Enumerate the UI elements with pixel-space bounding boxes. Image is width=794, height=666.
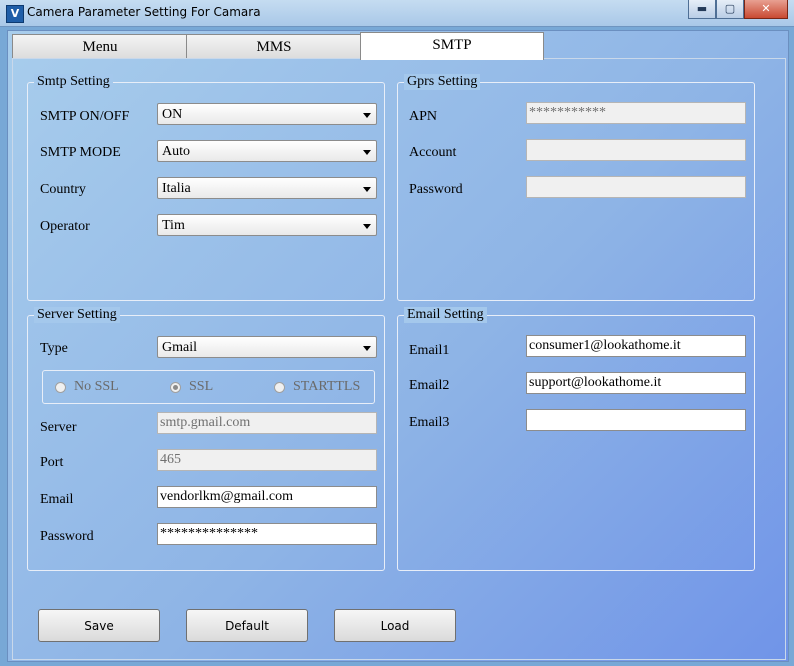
gprs-setting-title: Gprs Setting [404, 74, 481, 90]
smtp-tab-panel: Smtp Setting SMTP ON/OFF ON SMTP MODE Au… [12, 58, 786, 660]
client-area: Menu MMS SMTP Smtp Setting SMTP ON/OFF O… [7, 30, 789, 662]
server-type-select[interactable]: Gmail [157, 336, 377, 358]
smtp-mode-select[interactable]: Auto [157, 140, 377, 162]
country-label: Country [40, 182, 86, 197]
server-password-field[interactable]: ************** [157, 523, 377, 545]
server-setting-title: Server Setting [34, 307, 120, 323]
minimize-button[interactable]: ▬ [688, 0, 716, 19]
app-logo-icon[interactable]: V [6, 5, 24, 23]
window-controls: ▬ ▢ ✕ [688, 0, 788, 20]
smtp-on-off-select[interactable]: ON [157, 103, 377, 125]
gprs-setting-group: Gprs Setting APN *********** Account Pas… [397, 74, 755, 301]
port-label: Port [40, 455, 64, 470]
country-value: Italia [162, 181, 191, 196]
maximize-button[interactable]: ▢ [716, 0, 744, 19]
smtp-setting-group: Smtp Setting SMTP ON/OFF ON SMTP MODE Au… [27, 74, 385, 301]
radio-button-checked-icon [170, 381, 181, 393]
close-button[interactable]: ✕ [744, 0, 788, 19]
operator-label: Operator [40, 219, 90, 234]
server-password-label: Password [40, 529, 94, 544]
radio-no-ssl[interactable]: No SSL [55, 379, 119, 395]
account-field[interactable] [526, 139, 746, 161]
smtp-on-off-label: SMTP ON/OFF [40, 109, 130, 124]
tab-menu[interactable]: Menu [12, 34, 188, 59]
email-setting-group: Email Setting Email1 consumer1@lookathom… [397, 307, 755, 571]
smtp-mode-label: SMTP MODE [40, 145, 121, 160]
chevron-down-icon [363, 346, 371, 351]
server-label: Server [40, 420, 77, 435]
radio-ssl[interactable]: SSL [170, 379, 213, 395]
chevron-down-icon [363, 150, 371, 155]
smtp-mode-value: Auto [162, 144, 190, 159]
title-bar[interactable]: V Camera Parameter Setting For Camara ▬ … [0, 0, 794, 27]
email1-field[interactable]: consumer1@lookathome.it [526, 335, 746, 357]
load-button[interactable]: Load [334, 609, 456, 642]
radio-button-icon [55, 381, 66, 393]
operator-select[interactable]: Tim [157, 214, 377, 236]
server-setting-group: Server Setting Type Gmail No SSL SSL STA… [27, 307, 385, 571]
type-label: Type [40, 341, 68, 356]
email-setting-title: Email Setting [404, 307, 487, 323]
email2-field[interactable]: support@lookathome.it [526, 372, 746, 394]
operator-value: Tim [162, 218, 185, 233]
tab-smtp[interactable]: SMTP [360, 32, 544, 60]
app-window: V Camera Parameter Setting For Camara ▬ … [0, 0, 794, 666]
radio-no-ssl-label: No SSL [74, 379, 119, 394]
smtp-on-off-value: ON [162, 107, 183, 122]
port-field[interactable]: 465 [157, 449, 377, 471]
country-select[interactable]: Italia [157, 177, 377, 199]
gprs-password-field[interactable] [526, 176, 746, 198]
email3-label: Email3 [409, 415, 450, 430]
gprs-password-label: Password [409, 182, 463, 197]
email1-label: Email1 [409, 343, 450, 358]
chevron-down-icon [363, 113, 371, 118]
radio-button-icon [274, 381, 285, 393]
chevron-down-icon [363, 187, 371, 192]
radio-starttls[interactable]: STARTTLS [274, 379, 360, 395]
window-title: Camera Parameter Setting For Camara [27, 5, 261, 19]
ssl-mode-group: No SSL SSL STARTTLS [42, 370, 375, 404]
radio-starttls-label: STARTTLS [293, 379, 361, 394]
email3-field[interactable] [526, 409, 746, 431]
email2-label: Email2 [409, 378, 450, 393]
apn-field[interactable]: *********** [526, 102, 746, 124]
email-field[interactable]: vendorlkm@gmail.com [157, 486, 377, 508]
server-field[interactable]: smtp.gmail.com [157, 412, 377, 434]
tab-mms[interactable]: MMS [186, 34, 362, 59]
chevron-down-icon [363, 224, 371, 229]
default-button[interactable]: Default [186, 609, 308, 642]
server-type-value: Gmail [162, 340, 197, 355]
radio-ssl-label: SSL [189, 379, 214, 394]
smtp-setting-title: Smtp Setting [34, 74, 113, 90]
account-label: Account [409, 145, 457, 160]
apn-label: APN [409, 109, 438, 124]
email-label: Email [40, 492, 74, 507]
save-button[interactable]: Save [38, 609, 160, 642]
